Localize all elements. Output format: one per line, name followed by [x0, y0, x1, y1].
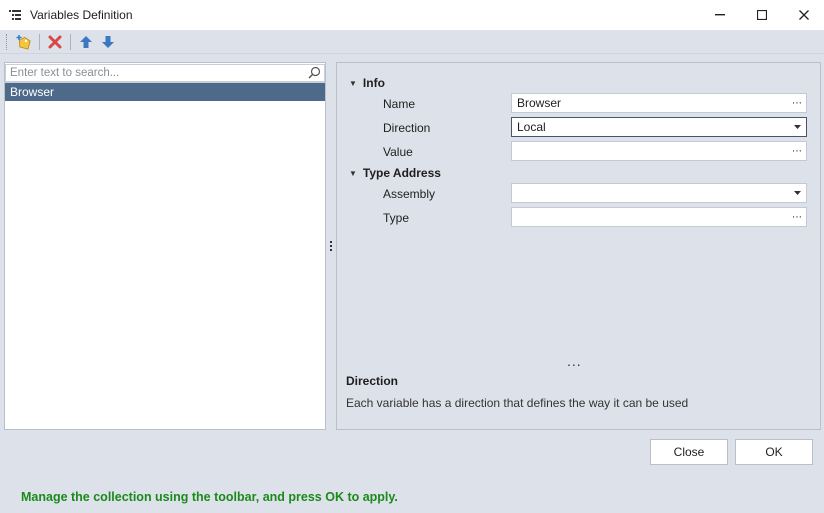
minimize-button[interactable]: [700, 0, 740, 30]
toolbar-grip[interactable]: [6, 33, 9, 50]
collapse-caret-icon: ▼: [349, 78, 357, 88]
maximize-button[interactable]: [742, 0, 782, 30]
type-field[interactable]: ⋯: [511, 207, 807, 227]
direction-dropdown[interactable]: Local: [511, 117, 807, 137]
description-splitter[interactable]: ...: [567, 353, 582, 369]
close-icon: [799, 10, 809, 20]
search-input[interactable]: [5, 63, 325, 82]
splitter-grip-icon: [330, 241, 332, 251]
prop-label-direction: Direction: [383, 121, 431, 135]
list-item-browser[interactable]: Browser: [5, 83, 325, 101]
variables-list-panel: Browser: [4, 62, 326, 430]
name-field[interactable]: Browser ⋯: [511, 93, 807, 113]
description-text: Each variable has a direction that defin…: [346, 396, 689, 410]
prop-label-assembly: Assembly: [383, 187, 436, 201]
delete-variable-button[interactable]: [44, 31, 66, 53]
ellipsis-icon[interactable]: ⋯: [788, 208, 806, 226]
toolbar-separator: [70, 33, 71, 50]
prop-label-type: Type: [383, 211, 410, 225]
close-window-button[interactable]: [784, 0, 824, 30]
name-value: Browser: [517, 96, 562, 110]
ellipsis-icon[interactable]: ⋯: [788, 142, 806, 160]
ellipsis-icon[interactable]: ⋯: [788, 94, 806, 112]
assembly-dropdown[interactable]: [511, 183, 807, 203]
ok-button[interactable]: OK: [735, 439, 813, 465]
move-down-button[interactable]: [97, 31, 119, 53]
title-bar: Variables Definition: [0, 0, 824, 30]
maximize-icon: [757, 10, 767, 20]
add-variable-button[interactable]: [13, 31, 35, 53]
window-title: Variables Definition: [30, 8, 133, 22]
group-title: Type Address: [362, 166, 441, 180]
move-up-button[interactable]: [75, 31, 97, 53]
prop-label-name: Name: [383, 97, 416, 111]
direction-value: Local: [517, 120, 546, 134]
collapse-caret-icon: ▼: [349, 168, 357, 178]
group-title: Info: [362, 76, 385, 90]
description-title: Direction: [346, 374, 399, 388]
delete-x-icon: [48, 35, 62, 48]
arrow-down-icon: [102, 35, 114, 48]
minimize-icon: [715, 14, 725, 16]
list-icon: [0, 0, 30, 30]
search-box: [5, 63, 325, 83]
group-info[interactable]: ▼ Info: [349, 76, 385, 90]
close-button[interactable]: Close: [650, 439, 728, 465]
prop-label-value: Value: [383, 145, 413, 159]
arrow-up-icon: [80, 35, 92, 48]
toolbar-separator: [39, 33, 40, 50]
panel-splitter[interactable]: [326, 62, 336, 430]
toolbar: [0, 30, 824, 54]
group-type-address[interactable]: ▼ Type Address: [349, 166, 441, 180]
tag-add-icon: [16, 34, 31, 50]
chevron-down-icon[interactable]: [788, 184, 806, 202]
property-grid: ▼ Info Name Browser ⋯ Direction Local Va…: [336, 62, 821, 430]
status-message: Manage the collection using the toolbar,…: [21, 490, 398, 504]
value-field[interactable]: ⋯: [511, 141, 807, 161]
search-icon[interactable]: [308, 66, 321, 79]
chevron-down-icon[interactable]: [788, 118, 806, 136]
